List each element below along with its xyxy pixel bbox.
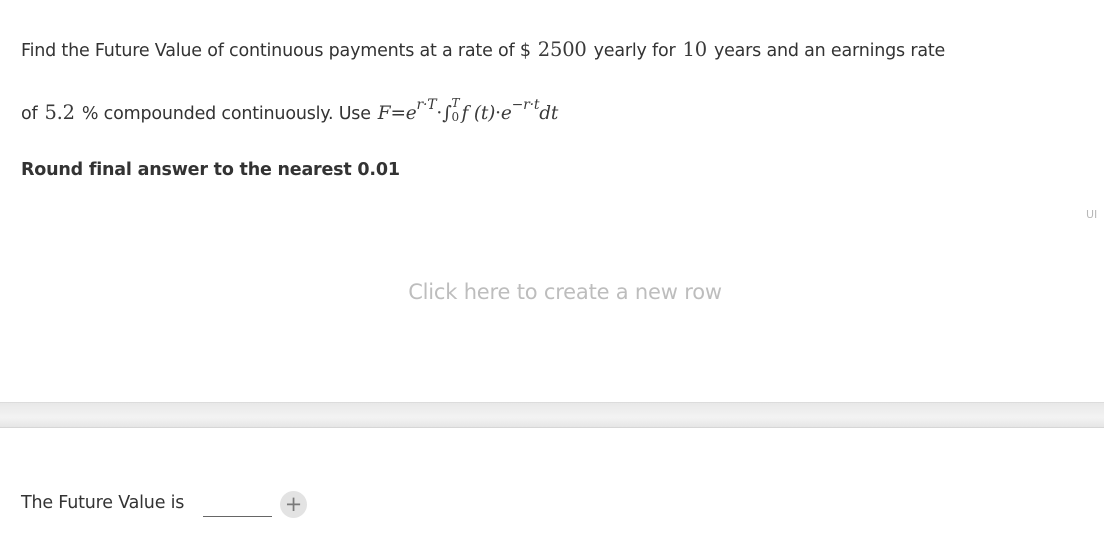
add-answer-button[interactable]: + bbox=[280, 491, 307, 518]
create-new-row-button[interactable]: Click here to create a new row bbox=[0, 280, 1104, 304]
question-text: % compounded continuously. Use bbox=[81, 104, 371, 124]
question-text: Find the Future Value of continuous paym… bbox=[21, 41, 531, 61]
section-divider bbox=[0, 402, 1104, 428]
question-text: of bbox=[21, 104, 38, 124]
question-text: years and an earnings rate bbox=[713, 41, 946, 61]
future-value-formula: F=er·T·∫ T 0 f (t)·e−r·tdt bbox=[377, 96, 559, 124]
rate-value: 5.2 bbox=[44, 101, 75, 124]
years-value: 10 bbox=[682, 38, 708, 61]
question-text: yearly for bbox=[593, 41, 676, 61]
plus-icon: + bbox=[284, 492, 303, 516]
rounding-instruction: Round final answer to the nearest 0.01 bbox=[21, 160, 400, 180]
future-value-input[interactable] bbox=[203, 496, 272, 517]
payment-amount: 2500 bbox=[537, 38, 587, 61]
question-line-1: Find the Future Value of continuous paym… bbox=[21, 38, 945, 61]
answer-label: The Future Value is bbox=[21, 493, 185, 513]
side-tag: UI bbox=[1086, 208, 1098, 221]
integral-sign: ∫ bbox=[442, 103, 452, 124]
question-line-2: of 5.2 % compounded continuously. Use F=er·… bbox=[21, 96, 559, 124]
